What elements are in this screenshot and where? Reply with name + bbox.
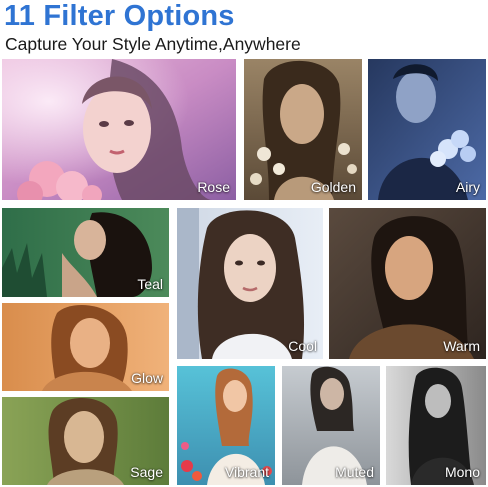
filter-label-rose: Rose: [197, 179, 230, 195]
filter-label-golden: Golden: [310, 179, 356, 195]
filter-label-cool: Cool: [288, 338, 317, 354]
filter-tile-cool: Cool: [177, 208, 323, 359]
filter-tile-mono: Mono: [386, 366, 486, 485]
filter-tile-rose: Rose: [2, 59, 236, 200]
filter-label-vibrant: Vibrant: [224, 464, 269, 480]
filter-label-teal: Teal: [137, 276, 163, 292]
filter-tile-vibrant: Vibrant: [177, 366, 275, 485]
filter-label-glow: Glow: [131, 370, 163, 386]
filter-tile-airy: Airy: [368, 59, 486, 200]
page-subtitle: Capture Your Style Anytime,Anywhere: [5, 34, 301, 54]
cool-photo: [177, 208, 323, 359]
filter-label-airy: Airy: [455, 179, 480, 195]
filter-tile-sage: Sage: [2, 397, 169, 485]
page-title: 11 Filter Options: [4, 0, 235, 32]
filter-label-warm: Warm: [443, 338, 480, 354]
filter-tile-muted: Muted: [282, 366, 380, 485]
filter-label-muted: Muted: [335, 464, 374, 480]
warm-photo: [329, 208, 486, 359]
filter-label-mono: Mono: [444, 464, 480, 480]
filter-tile-teal: Teal: [2, 208, 169, 297]
filter-tile-glow: Glow: [2, 303, 169, 391]
filter-tile-warm: Warm: [329, 208, 486, 359]
filter-label-sage: Sage: [130, 464, 163, 480]
filter-tile-golden: Golden: [244, 59, 362, 200]
